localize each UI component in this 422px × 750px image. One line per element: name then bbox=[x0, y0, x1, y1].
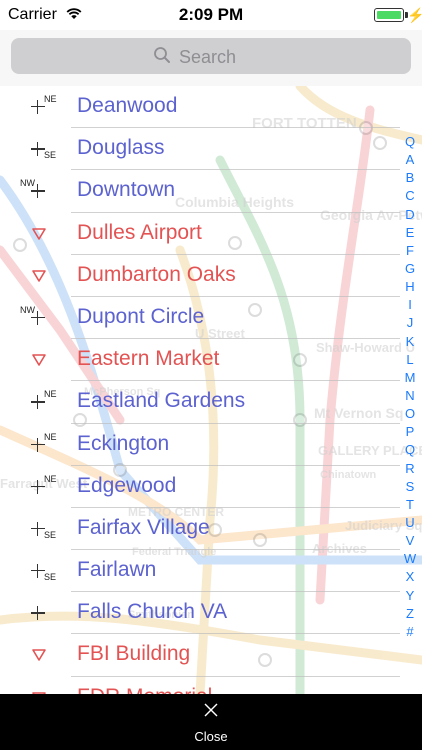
station-name: Douglass bbox=[77, 136, 165, 160]
index-letter[interactable]: V bbox=[402, 532, 418, 550]
index-letter[interactable]: B bbox=[402, 169, 418, 187]
index-letter[interactable]: T bbox=[402, 496, 418, 514]
station-row[interactable]: Dulles Airport bbox=[0, 213, 400, 255]
station-name: Eastland Gardens bbox=[77, 389, 246, 413]
index-search-item[interactable]: Q bbox=[402, 133, 418, 151]
quadrant-label: NW bbox=[20, 178, 35, 189]
search-bar bbox=[0, 30, 422, 86]
index-letter[interactable]: # bbox=[402, 623, 418, 641]
quadrant-label: NE bbox=[44, 389, 57, 400]
index-letter[interactable]: A bbox=[402, 151, 418, 169]
index-letter[interactable]: O bbox=[402, 405, 418, 423]
quadrant-cross-icon bbox=[31, 521, 45, 536]
index-letter[interactable]: R bbox=[402, 460, 418, 478]
station-name: Eckington bbox=[77, 431, 170, 455]
station-row[interactable]: NE Eckington bbox=[0, 424, 400, 466]
station-name: FBI Building bbox=[77, 642, 191, 666]
station-name: Dupont Circle bbox=[77, 304, 205, 328]
landmark-triangle-icon bbox=[32, 353, 46, 371]
station-row[interactable]: NE Eastland Gardens bbox=[0, 381, 400, 424]
index-letter[interactable]: P bbox=[402, 423, 418, 441]
station-row[interactable]: NW Downtown bbox=[0, 170, 400, 213]
quadrant-label: NE bbox=[44, 94, 57, 104]
index-letter[interactable]: G bbox=[402, 260, 418, 278]
quadrant-label: NE bbox=[44, 473, 57, 484]
quadrant-cross-icon bbox=[31, 100, 45, 114]
charging-icon: ⚡ bbox=[407, 7, 422, 23]
status-bar: Carrier 2:09 PM ⚡ bbox=[0, 0, 422, 30]
index-letter[interactable]: M bbox=[402, 369, 418, 387]
index-letter[interactable]: C bbox=[402, 187, 418, 205]
station-name: Fairfax Village bbox=[77, 515, 210, 539]
quadrant-label: NE bbox=[44, 431, 57, 442]
index-letter[interactable]: H bbox=[402, 278, 418, 296]
quadrant-cross-icon bbox=[31, 142, 45, 157]
station-row[interactable]: Dumbarton Oaks bbox=[0, 255, 400, 297]
index-letter[interactable]: Y bbox=[402, 587, 418, 605]
quadrant-cross-icon bbox=[31, 395, 45, 410]
station-name: Dulles Airport bbox=[77, 220, 202, 244]
station-row[interactable]: NE Edgewood bbox=[0, 466, 400, 508]
station-row[interactable]: NW Dupont Circle bbox=[0, 297, 400, 340]
quadrant-cross-icon bbox=[31, 437, 45, 452]
search-icon bbox=[153, 46, 171, 69]
station-name: Dumbarton Oaks bbox=[77, 262, 236, 286]
quadrant-label: NW bbox=[20, 304, 35, 315]
quadrant-label: SE bbox=[44, 150, 57, 161]
index-letter[interactable]: E bbox=[402, 224, 418, 242]
index-letter[interactable]: N bbox=[402, 387, 418, 405]
index-letter[interactable]: F bbox=[402, 242, 418, 260]
battery-icon: ⚡ bbox=[374, 7, 422, 24]
clock: 2:09 PM bbox=[178, 5, 244, 24]
index-letter[interactable]: X bbox=[402, 568, 418, 586]
station-name: Fairlawn bbox=[77, 558, 157, 582]
index-letter[interactable]: Q bbox=[402, 441, 418, 459]
station-row[interactable]: Eastern Market bbox=[0, 339, 400, 382]
station-name: Edgewood bbox=[77, 473, 177, 497]
quadrant-label: SE bbox=[44, 529, 57, 540]
quadrant-label: SE bbox=[44, 572, 57, 583]
quadrant-cross-icon bbox=[31, 606, 45, 621]
search-field[interactable] bbox=[11, 38, 411, 74]
close-icon[interactable] bbox=[203, 702, 219, 723]
station-row[interactable]: FDR Memorial bbox=[0, 677, 400, 694]
station-row[interactable]: Falls Church VA bbox=[0, 592, 400, 635]
station-name: Eastern Market bbox=[77, 347, 220, 371]
index-letter[interactable]: W bbox=[402, 550, 418, 568]
station-row[interactable]: SE Douglass bbox=[0, 128, 400, 171]
station-name: Falls Church VA bbox=[77, 600, 228, 624]
quadrant-cross-icon bbox=[31, 479, 45, 494]
index-letter[interactable]: Z bbox=[402, 605, 418, 623]
station-list[interactable]: NE Deanwood SE Douglass NW Downtown Dulles Air… bbox=[0, 86, 400, 694]
station-row[interactable]: NE Deanwood bbox=[0, 86, 400, 129]
index-letter[interactable]: J bbox=[402, 314, 418, 332]
station-name: Deanwood bbox=[77, 94, 178, 117]
landmark-triangle-icon bbox=[32, 227, 46, 245]
station-name: Downtown bbox=[77, 178, 176, 202]
station-name: FDR Memorial bbox=[77, 685, 212, 694]
station-row[interactable]: SE Fairfax Village bbox=[0, 508, 400, 551]
index-letter[interactable]: U bbox=[402, 514, 418, 532]
index-letter[interactable]: D bbox=[402, 206, 418, 224]
station-row[interactable]: FBI Building bbox=[0, 634, 400, 677]
close-button[interactable]: Close bbox=[0, 729, 422, 744]
index-letter[interactable]: L bbox=[402, 351, 418, 369]
section-index[interactable]: Q A B C D E F G H I J K L M N O P Q R S T U V W X Y Z # bbox=[402, 133, 418, 641]
index-letter[interactable]: S bbox=[402, 478, 418, 496]
quadrant-cross-icon bbox=[31, 564, 45, 579]
search-input[interactable] bbox=[179, 47, 269, 68]
landmark-triangle-icon bbox=[32, 648, 46, 666]
station-row[interactable]: SE Fairlawn bbox=[0, 550, 400, 593]
index-letter[interactable]: I bbox=[402, 296, 418, 314]
bottom-bar: Close bbox=[0, 694, 422, 750]
landmark-triangle-icon bbox=[32, 269, 46, 287]
index-letter[interactable]: K bbox=[402, 333, 418, 351]
